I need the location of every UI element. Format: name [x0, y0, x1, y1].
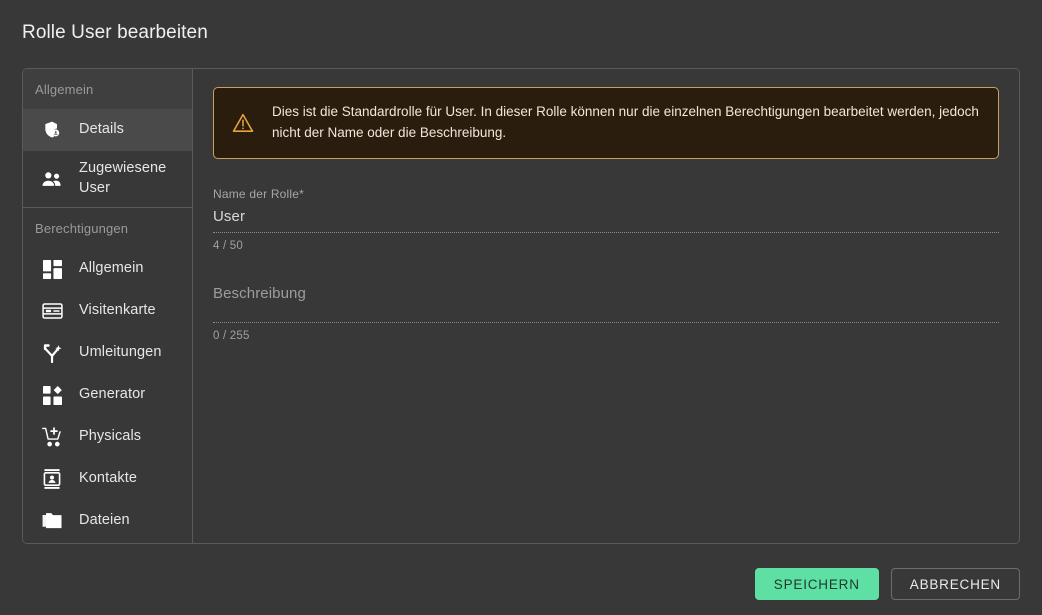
- role-name-label: Name der Rolle*: [213, 186, 305, 201]
- sidebar-item-details[interactable]: Details: [23, 109, 192, 151]
- sidebar-item-label: Kontakte: [79, 470, 138, 487]
- sidebar-item-label: Physicals: [79, 428, 142, 445]
- sidebar-item-kontakte[interactable]: Kontakte: [23, 458, 192, 500]
- sidebar-group-berechtigungen: Berechtigungen Allgemein Visitenkarte Um…: [23, 207, 192, 542]
- info-alert-banner: Dies ist die Standardrolle für User. In …: [213, 87, 999, 159]
- role-description-counter: 0 / 255: [213, 329, 250, 342]
- business-card-icon: [41, 303, 63, 319]
- alert-message: Dies ist die Standardrolle für User. In …: [272, 104, 979, 140]
- role-description-field[interactable]: Beschreibung 0 / 255: [213, 282, 999, 342]
- save-button[interactable]: SPEICHERN: [754, 568, 879, 600]
- dialog-panel: Allgemein Details Zugewiesene User Berec…: [22, 68, 1020, 544]
- sidebar-item-umleitungen[interactable]: Umleitungen: [23, 332, 192, 374]
- sidebar-item-label: Visitenkarte: [79, 302, 156, 319]
- role-name-input[interactable]: User: [213, 208, 999, 232]
- cancel-button[interactable]: ABBRECHEN: [890, 568, 1020, 600]
- sidebar-group-allgemein: Allgemein Details Zugewiesene User: [23, 69, 192, 207]
- sidebar-item-label: Allgemein: [79, 260, 144, 277]
- page-title: Rolle User bearbeiten: [22, 22, 208, 43]
- contact-card-icon: [41, 469, 63, 489]
- sidebar-item-allgemein[interactable]: Allgemein: [23, 248, 192, 290]
- edit-role-dialog: Rolle User bearbeiten Allgemein Details …: [0, 0, 1042, 615]
- role-description-underline: [213, 321, 999, 323]
- sidebar-item-label: Details: [79, 121, 125, 138]
- redirect-branch-icon: [41, 343, 63, 363]
- sidebar-item-label: Zugewiesene User: [79, 160, 167, 196]
- folder-stack-icon: [41, 512, 63, 530]
- sidebar-item-label: Dateien: [79, 512, 130, 529]
- sidebar: Allgemein Details Zugewiesene User Berec…: [23, 69, 193, 543]
- cart-plus-icon: [41, 427, 63, 447]
- role-name-counter: 4 / 50: [213, 239, 243, 252]
- role-name-underline: [213, 231, 999, 233]
- shield-badge-icon: [41, 120, 63, 140]
- content-area: Dies ist die Standardrolle für User. In …: [193, 69, 1019, 543]
- sidebar-item-visitenkarte[interactable]: Visitenkarte: [23, 290, 192, 332]
- sidebar-item-physicals[interactable]: Physicals: [23, 416, 192, 458]
- sidebar-group-label-allgemein: Allgemein: [23, 69, 192, 109]
- warning-triangle-icon: [232, 113, 254, 133]
- sidebar-item-generator[interactable]: Generator: [23, 374, 192, 416]
- sidebar-item-dateien[interactable]: Dateien: [23, 500, 192, 542]
- users-icon: [41, 171, 63, 187]
- generator-shapes-icon: [41, 385, 63, 405]
- dashboard-grid-icon: [41, 259, 63, 279]
- sidebar-item-label: Generator: [79, 386, 146, 403]
- role-description-input[interactable]: Beschreibung: [213, 282, 999, 322]
- sidebar-group-label-berechtigungen: Berechtigungen: [23, 208, 192, 248]
- sidebar-item-label: Umleitungen: [79, 344, 162, 361]
- sidebar-item-zugewiesene-user[interactable]: Zugewiesene User: [23, 151, 192, 207]
- role-name-field[interactable]: Name der Rolle* User 4 / 50: [213, 187, 999, 252]
- dialog-footer: SPEICHERN ABBRECHEN: [22, 568, 1020, 600]
